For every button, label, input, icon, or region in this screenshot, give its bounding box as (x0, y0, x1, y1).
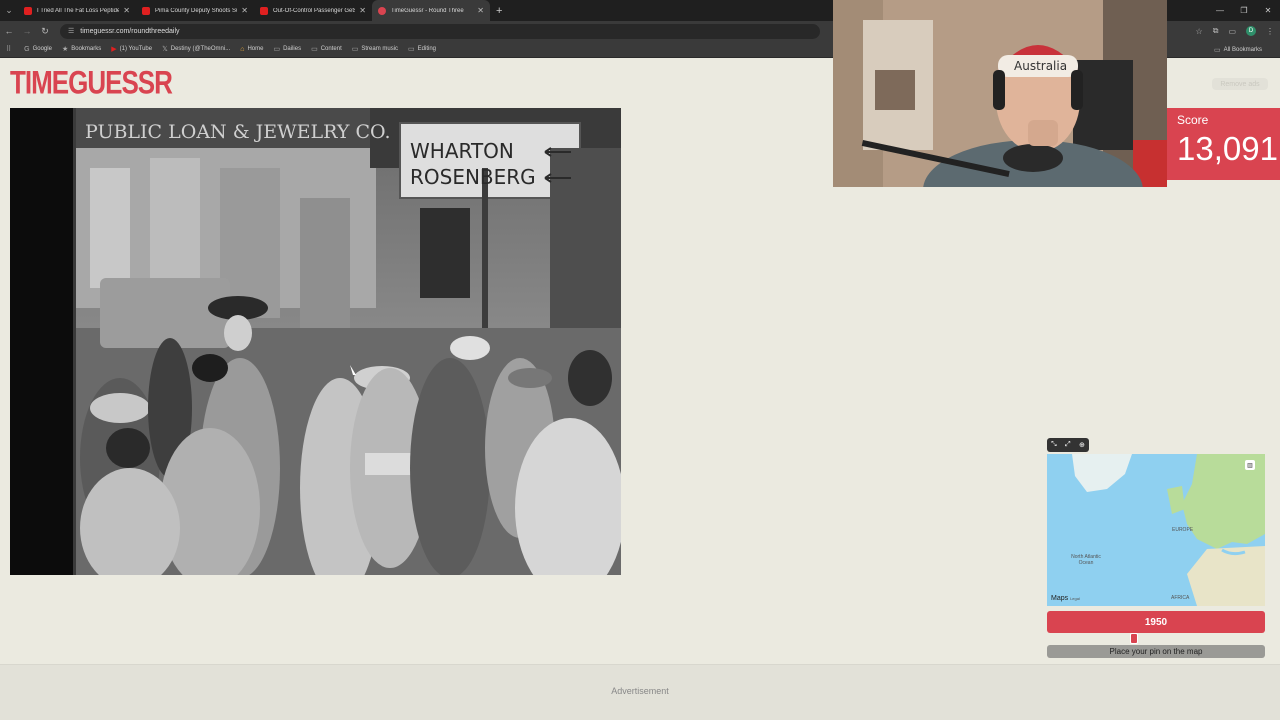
bookmark-label: Home (247, 46, 264, 52)
menu-icon[interactable]: ⋮ (1266, 27, 1274, 36)
bookmark-star-icon[interactable]: ☆ (1196, 27, 1203, 36)
map-pin-icon[interactable]: ⊕ (1079, 441, 1085, 449)
minimize-icon[interactable]: — (1208, 6, 1232, 15)
browser-tab[interactable]: Pima County Deputy Shoots Su ✕ (136, 0, 254, 21)
apple-maps-logo: Maps Legal (1051, 595, 1080, 602)
bookmark-stream-music[interactable]: ▭ Stream music (352, 45, 398, 53)
close-icon[interactable]: ✕ (241, 6, 248, 15)
youtube-icon (142, 6, 150, 15)
bookmark-label: Editing (417, 46, 437, 52)
timeguessr-logo[interactable]: TIMEGUESSR (10, 66, 173, 99)
webcam-overlay: Australia (833, 0, 1167, 187)
year-display: 1950 (1047, 611, 1265, 633)
google-icon: G (24, 45, 30, 53)
back-icon[interactable]: ← (0, 26, 18, 36)
tab-search-icon[interactable]: ⌄ (0, 0, 18, 21)
bookmark-label: Google (32, 46, 52, 52)
world-map (1047, 454, 1265, 606)
advertisement-bar: Advertisement (0, 664, 1280, 720)
bookmark-home[interactable]: ⌂ Home (240, 46, 263, 53)
bookmark-label: Destiny (@TheOmni... (170, 46, 231, 52)
score-label: Score (1177, 113, 1209, 127)
new-tab-icon[interactable]: + (496, 5, 502, 17)
map-shrink-icon[interactable]: ⤢ (1065, 441, 1071, 449)
home-icon: ⌂ (240, 45, 245, 53)
timeguessr-favicon-icon (378, 6, 386, 15)
browser-tab-active[interactable]: TimeGuessr - Round Three ✕ (372, 0, 490, 21)
youtube-icon (24, 6, 32, 15)
folder-icon: ▭ (273, 46, 281, 53)
year-slider-thumb[interactable] (1130, 633, 1139, 644)
maps-brand: Maps (1051, 595, 1069, 602)
browser-tab[interactable]: Out-Of-Control Passenger Gets ✕ (254, 0, 372, 21)
url-input[interactable]: ☰ timeguessr.com/roundthreedaily (60, 23, 820, 39)
cast-icon[interactable]: ▭ (1228, 27, 1236, 36)
map-controls: ⤡ ⤢ ⊕ (1047, 438, 1089, 452)
maximize-icon[interactable]: ❐ (1232, 6, 1256, 15)
bookmark-label: Dailies (283, 46, 302, 52)
extensions-icon[interactable]: ⧉ (1213, 26, 1219, 36)
streamer-webcam: Australia (833, 0, 1167, 187)
map-label-europe: EUROPE (1172, 527, 1194, 533)
window-controls: — ❐ ✕ (1208, 0, 1280, 21)
hat-text: Australia (1014, 59, 1067, 73)
score-value: 13,091 (1177, 130, 1278, 167)
youtube-icon: ▶ (111, 46, 117, 53)
close-icon[interactable]: ✕ (359, 6, 366, 15)
forward-icon[interactable]: → (18, 26, 36, 36)
reload-icon[interactable]: ↻ (36, 26, 54, 37)
map-legal-link[interactable]: Legal (1070, 596, 1080, 601)
round-photo[interactable]: PUBLIC LOAN & JEWELRY CO. WHARTON ROSENB… (10, 108, 621, 575)
store-sign: PUBLIC LOAN & JEWELRY CO. (85, 121, 391, 143)
all-bookmarks[interactable]: ▭ All Bookmarks (1214, 41, 1262, 58)
x-icon: 𝕏 (162, 46, 168, 53)
bookmark-label: (1) YouTube (119, 46, 153, 52)
map-expand-icon[interactable]: ⤡ (1051, 441, 1057, 449)
map-layers-icon[interactable]: ▥ (1245, 460, 1255, 470)
bookmark-bookmarks[interactable]: ★ Bookmarks (62, 45, 101, 53)
bookmark-editing[interactable]: ▭ Editing (408, 45, 436, 53)
youtube-icon (260, 6, 268, 15)
tab-title: I Tried All The Fat Loss Peptide (37, 7, 120, 14)
street-sign-2: ROSENBERG (410, 165, 536, 189)
map-label-atlantic: North Atlantic Ocean (1071, 554, 1101, 566)
site-info-icon[interactable]: ☰ (68, 27, 74, 35)
bookmark-label: Content (320, 46, 342, 52)
historic-street-photo: PUBLIC LOAN & JEWELRY CO. WHARTON ROSENB… (10, 108, 621, 575)
bookmark-google[interactable]: G Google (24, 46, 52, 53)
year-slider[interactable] (1047, 633, 1265, 644)
folder-icon: ▭ (351, 46, 359, 53)
apps-icon[interactable]: ⠿ (6, 45, 14, 53)
tab-title: Pima County Deputy Shoots Su (155, 7, 238, 14)
close-icon[interactable]: ✕ (477, 6, 484, 15)
browser-toolbar: ☆ ⧉ ▭ D ⋮ (1196, 21, 1274, 41)
street-sign-1: WHARTON (410, 139, 514, 163)
bookmark-youtube[interactable]: ▶ (1) YouTube (111, 45, 152, 53)
url-text: timeguessr.com/roundthreedaily (80, 27, 180, 35)
browser-tab[interactable]: I Tried All The Fat Loss Peptide ✕ (18, 0, 136, 21)
folder-icon: ▭ (311, 46, 318, 53)
tab-title: Out-Of-Control Passenger Gets (273, 7, 356, 14)
timeguessr-page: TIMEGUESSR PUBLIC LOAN & JEWELRY CO. WHA… (0, 0, 1280, 720)
bookmark-label: All Bookmarks (1223, 46, 1262, 53)
place-pin-button[interactable]: Place your pin on the map (1047, 645, 1265, 658)
folder-icon: ▭ (408, 46, 415, 53)
map-label-africa: AFRICA (1171, 595, 1190, 601)
close-icon[interactable]: ✕ (123, 6, 130, 15)
tab-title: TimeGuessr - Round Three (391, 7, 464, 14)
bookmark-dailies[interactable]: ▭ Dailies (273, 45, 301, 53)
advertisement-label: Advertisement (611, 686, 669, 696)
star-icon: ★ (61, 46, 69, 53)
score-panel: Score 13,091 (1167, 108, 1280, 180)
bookmark-destiny[interactable]: 𝕏 Destiny (@TheOmni... (162, 45, 230, 53)
bookmark-content[interactable]: ▭ Content (311, 45, 342, 53)
guess-map[interactable]: EUROPE North Atlantic Ocean AFRICA Maps … (1047, 454, 1265, 606)
bookmark-label: Bookmarks (71, 46, 102, 52)
folder-icon: ▭ (1214, 46, 1221, 54)
window-close-icon[interactable]: ✕ (1256, 6, 1280, 15)
remove-ads-button[interactable]: Remove ads (1212, 78, 1268, 90)
bookmark-label: Stream music (361, 46, 399, 52)
profile-avatar[interactable]: D (1246, 26, 1256, 36)
